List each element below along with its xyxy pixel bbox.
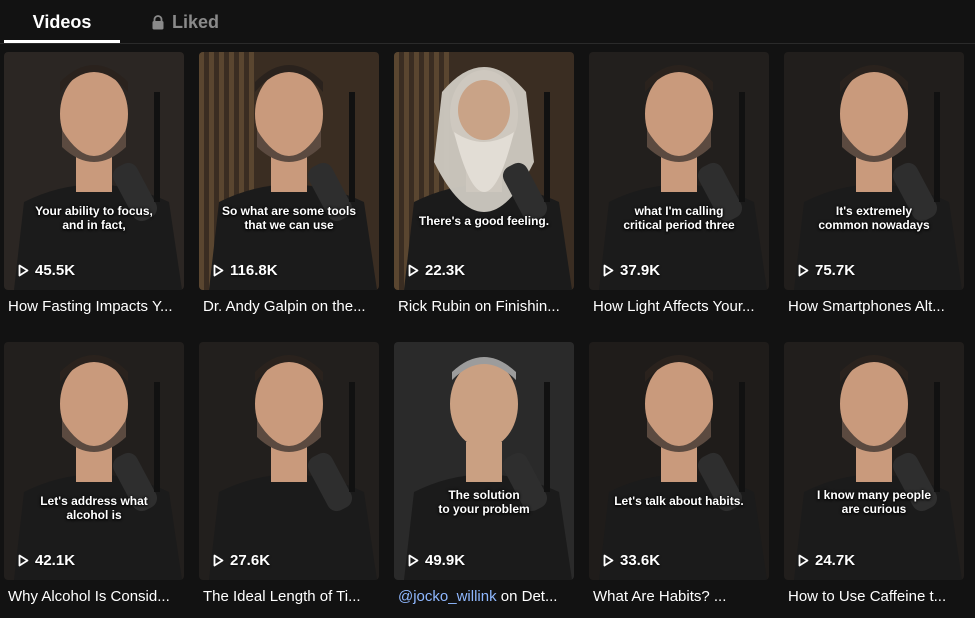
video-caption: The solution to your problem xyxy=(394,488,574,516)
video-title[interactable]: The Ideal Length of Ti... xyxy=(203,588,379,605)
video-thumbnail[interactable]: There's a good feeling. 22.3K xyxy=(394,52,574,290)
view-count: 22.3K xyxy=(408,262,465,279)
caption-line: what I'm calling xyxy=(634,204,724,218)
play-icon xyxy=(798,554,809,567)
video-thumbnail[interactable]: what I'm calling critical period three 37.… xyxy=(589,52,769,290)
caption-line: Let's talk about habits. xyxy=(614,494,744,508)
play-icon xyxy=(408,554,419,567)
video-title[interactable]: Dr. Andy Galpin on the... xyxy=(203,298,379,315)
caption-line: I know many people xyxy=(816,488,932,502)
play-icon xyxy=(213,264,224,277)
play-icon xyxy=(18,264,29,277)
tab-videos-label: Videos xyxy=(32,11,92,32)
caption-line: The solution xyxy=(448,488,520,502)
play-icon xyxy=(603,264,614,277)
view-count-text: 116.8K xyxy=(230,262,278,279)
view-count: 45.5K xyxy=(18,262,75,279)
profile-tabs: Videos Liked xyxy=(0,0,975,44)
video-thumbnail[interactable]: Let's address what alcohol is 42.1K xyxy=(4,342,184,580)
video-card[interactable]: It's extremely common nowadays 75.7K How Sm… xyxy=(784,52,964,322)
video-title[interactable]: How Smartphones Alt... xyxy=(788,298,964,315)
tab-liked-label: Liked xyxy=(171,11,219,32)
video-thumbnail[interactable]: Your ability to focus, and in fact, 45.5K xyxy=(4,52,184,290)
video-thumbnail[interactable]: It's extremely common nowadays 75.7K xyxy=(784,52,964,290)
view-count-text: 75.7K xyxy=(815,262,856,279)
caption-line: So what are some tools xyxy=(221,204,357,218)
caption-line: It's extremely xyxy=(835,204,913,218)
active-tab-indicator xyxy=(4,40,120,43)
view-count: 33.6K xyxy=(603,552,660,569)
video-card[interactable]: So what are some tools that we can use 116… xyxy=(199,52,379,322)
caption-line: to your problem xyxy=(438,502,530,516)
view-count-text: 22.3K xyxy=(425,262,466,279)
play-icon xyxy=(408,264,419,277)
video-title[interactable]: Rick Rubin on Finishin... xyxy=(398,298,574,315)
caption-line: are curious xyxy=(841,502,907,516)
mention-link[interactable]: @jocko_willink xyxy=(398,588,497,605)
video-title-text: on Det... xyxy=(496,588,558,605)
video-thumbnail[interactable]: 27.6K xyxy=(199,342,379,580)
video-title[interactable]: What Are Habits? ... xyxy=(593,588,769,605)
video-title[interactable]: How Fasting Impacts Y... xyxy=(8,298,184,315)
video-card[interactable]: Your ability to focus, and in fact, 45.5K H… xyxy=(4,52,184,322)
caption-line: common nowadays xyxy=(818,218,930,232)
view-count-text: 33.6K xyxy=(620,552,661,569)
caption-line: Let's address what alcohol is xyxy=(40,494,148,522)
video-caption: There's a good feeling. xyxy=(394,214,574,228)
video-card[interactable]: 27.6K The Ideal Length of Ti... xyxy=(199,342,379,612)
video-thumbnail[interactable]: Let's talk about habits. 33.6K xyxy=(589,342,769,580)
video-caption: Your ability to focus, and in fact, xyxy=(4,204,184,232)
caption-line: critical period three xyxy=(623,218,735,232)
lock-icon xyxy=(152,14,164,29)
view-count: 75.7K xyxy=(798,262,855,279)
video-card[interactable]: There's a good feeling. 22.3K Rick Rubin o… xyxy=(394,52,574,322)
video-caption: I know many people are curious xyxy=(784,488,964,516)
play-icon xyxy=(603,554,614,567)
video-caption: It's extremely common nowadays xyxy=(784,204,964,232)
video-card[interactable]: what I'm calling critical period three 37.… xyxy=(589,52,769,322)
view-count-text: 42.1K xyxy=(35,552,76,569)
caption-line: Your ability to focus, xyxy=(35,204,153,218)
video-title[interactable]: How Light Affects Your... xyxy=(593,298,769,315)
video-card[interactable]: Let's talk about habits. 33.6K What Are Ha… xyxy=(589,342,769,612)
tab-liked[interactable]: Liked xyxy=(140,0,230,44)
video-thumbnail[interactable]: So what are some tools that we can use 116… xyxy=(199,52,379,290)
view-count-text: 45.5K xyxy=(35,262,76,279)
video-card[interactable]: I know many people are curious 24.7K How to… xyxy=(784,342,964,612)
view-count: 24.7K xyxy=(798,552,855,569)
video-title[interactable]: How to Use Caffeine t... xyxy=(788,588,964,605)
view-count: 116.8K xyxy=(213,262,278,279)
view-count: 49.9K xyxy=(408,552,465,569)
caption-line: There's a good feeling. xyxy=(418,214,550,228)
play-icon xyxy=(18,554,29,567)
tab-videos[interactable]: Videos xyxy=(4,0,120,44)
video-caption: Let's address what alcohol is xyxy=(4,494,184,522)
caption-line: and in fact, xyxy=(62,218,126,232)
view-count-text: 27.6K xyxy=(230,552,271,569)
video-thumbnail[interactable]: I know many people are curious 24.7K xyxy=(784,342,964,580)
view-count: 37.9K xyxy=(603,262,660,279)
video-title[interactable]: Why Alcohol Is Consid... xyxy=(8,588,184,605)
video-card[interactable]: The solution to your problem 49.9K @jocko_w… xyxy=(394,342,574,612)
play-icon xyxy=(798,264,809,277)
video-thumbnail[interactable]: The solution to your problem 49.9K xyxy=(394,342,574,580)
view-count: 27.6K xyxy=(213,552,270,569)
view-count: 42.1K xyxy=(18,552,75,569)
video-caption: Let's talk about habits. xyxy=(589,494,769,508)
video-caption: So what are some tools that we can use xyxy=(199,204,379,232)
view-count-text: 24.7K xyxy=(815,552,856,569)
video-card[interactable]: Let's address what alcohol is 42.1K Why Al… xyxy=(4,342,184,612)
play-icon xyxy=(213,554,224,567)
view-count-text: 49.9K xyxy=(425,552,466,569)
video-title[interactable]: @jocko_willink on Det... xyxy=(398,588,574,605)
caption-line: that we can use xyxy=(244,218,334,232)
view-count-text: 37.9K xyxy=(620,262,661,279)
video-caption: what I'm calling critical period three xyxy=(589,204,769,232)
